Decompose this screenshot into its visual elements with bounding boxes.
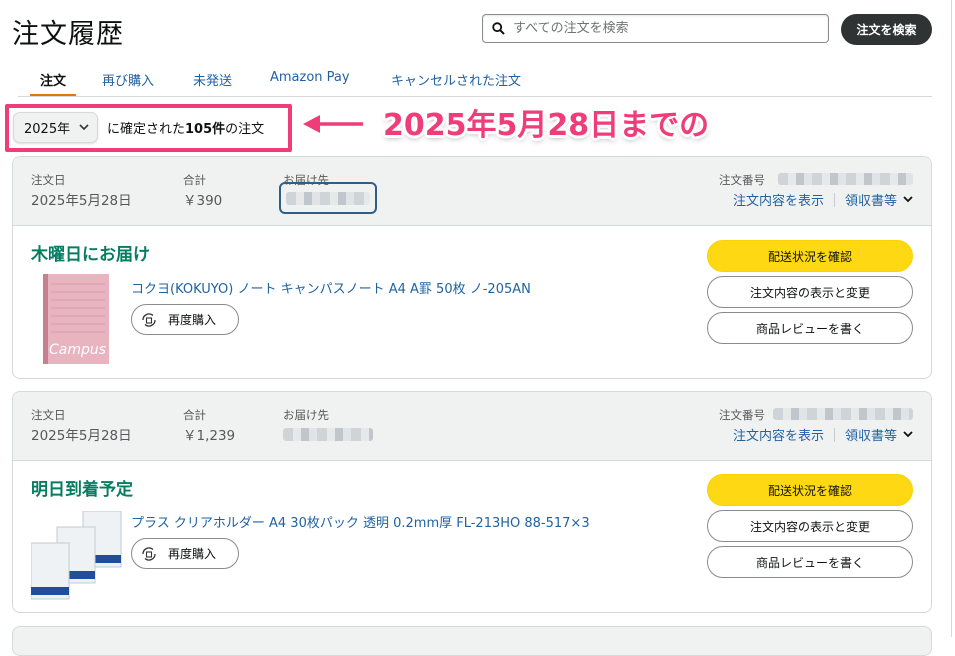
order-card-next [12, 626, 932, 656]
order-links: 注文内容を表示 領収書等 [733, 425, 913, 444]
rebuy-icon [142, 546, 156, 561]
write-review-button[interactable]: 商品レビューを書く [707, 546, 913, 578]
order-number-label: 注文番号 [719, 173, 765, 187]
order-tabs: 注文 再び購入 未発送 Amazon Pay キャンセルされた注文 [18, 62, 932, 97]
search-icon [492, 22, 505, 35]
tab-not-shipped[interactable]: 未発送 [193, 70, 232, 89]
rebuy-label: 再度購入 [168, 313, 217, 327]
ship-to-name[interactable] [283, 428, 373, 441]
rebuy-button[interactable]: 再度購入 [131, 304, 239, 335]
order-date: 2025年5月28日 [31, 428, 132, 444]
order-card: 注文日 2025年5月28日 合計 ￥1,239 お届け先 注文番号 注文内容を… [12, 391, 932, 613]
product-image-campus-notebook[interactable]: Campus [43, 274, 109, 364]
ship-to-name[interactable] [279, 182, 377, 214]
view-order-details-link[interactable]: 注文内容を表示 [733, 190, 824, 209]
order-body: 明日到着予定 プラス クリアホルダー A4 30枚パック 透明 0.2mm厚 F… [13, 461, 931, 612]
product-link[interactable]: コクヨ(KOKUYO) ノート キャンパスノート A4 A罫 50枚 ノ-205… [131, 278, 531, 297]
tab-buy-again[interactable]: 再び購入 [102, 70, 154, 89]
chevron-down-icon [903, 196, 913, 203]
order-number-redacted [773, 408, 913, 420]
track-package-button[interactable]: 配送状況を確認 [707, 474, 913, 506]
order-header: 注文日 2025年5月28日 合計 ￥1,239 お届け先 注文番号 注文内容を… [13, 392, 931, 461]
delivery-status: 明日到着予定 [31, 480, 133, 500]
order-header: 注文日 2025年5月28日 合計 ￥390 お届け先 注文番号 注文内容を表示… [13, 157, 931, 226]
order-links: 注文内容を表示 領収書等 [733, 190, 913, 209]
order-count-text: に確定された105件の注文 [107, 122, 265, 137]
search-orders-button[interactable]: 注文を検索 [841, 14, 932, 45]
order-date-label: 注文日 [31, 173, 66, 187]
product-link[interactable]: プラス クリアホルダー A4 30枚パック 透明 0.2mm厚 FL-213HO… [131, 512, 590, 531]
ship-to-label: お届け先 [283, 408, 329, 422]
search-box[interactable] [482, 14, 829, 43]
order-date-label: 注文日 [31, 408, 66, 422]
annotation-arrow-icon [303, 115, 363, 133]
chevron-down-icon [79, 124, 89, 131]
order-number-label: 注文番号 [719, 408, 765, 422]
order-card: 注文日 2025年5月28日 合計 ￥390 お届け先 注文番号 注文内容を表示… [12, 156, 932, 379]
tab-cancelled[interactable]: キャンセルされた注文 [391, 70, 521, 89]
total-label: 合計 [183, 173, 206, 187]
total-label: 合計 [183, 408, 206, 422]
side-divider [951, 0, 955, 637]
write-review-button[interactable]: 商品レビューを書く [707, 312, 913, 344]
track-package-button[interactable]: 配送状況を確認 [707, 240, 913, 272]
view-order-details-link[interactable]: 注文内容を表示 [733, 425, 824, 444]
chevron-down-icon [903, 431, 913, 438]
page-title: 注文履歴 [12, 19, 124, 50]
tab-amazon-pay[interactable]: Amazon Pay [270, 70, 350, 85]
year-select[interactable]: 2025年 [13, 112, 98, 143]
order-number-redacted [778, 173, 913, 185]
view-edit-order-button[interactable]: 注文内容の表示と変更 [707, 510, 913, 542]
product-image-label: Campus [49, 342, 106, 358]
year-select-value: 2025年 [24, 122, 71, 137]
order-body: 木曜日にお届け Campus コクヨ(KOKUYO) ノート キャンパスノート … [13, 226, 931, 378]
order-date: 2025年5月28日 [31, 193, 132, 209]
view-edit-order-button[interactable]: 注文内容の表示と変更 [707, 276, 913, 308]
rebuy-icon [142, 312, 156, 327]
delivery-status: 木曜日にお届け [31, 245, 150, 265]
rebuy-button[interactable]: 再度購入 [131, 538, 239, 569]
receipt-link[interactable]: 領収書等 [845, 190, 897, 209]
receipt-link[interactable]: 領収書等 [845, 425, 897, 444]
annotation-line-1: 2025年5月28日までの [383, 108, 710, 143]
product-image-clear-holder[interactable] [31, 511, 123, 601]
search-input[interactable] [511, 20, 815, 37]
tab-orders[interactable]: 注文 [29, 70, 77, 96]
order-total: ￥390 [183, 193, 223, 209]
rebuy-label: 再度購入 [168, 547, 217, 561]
order-total: ￥1,239 [183, 428, 236, 444]
